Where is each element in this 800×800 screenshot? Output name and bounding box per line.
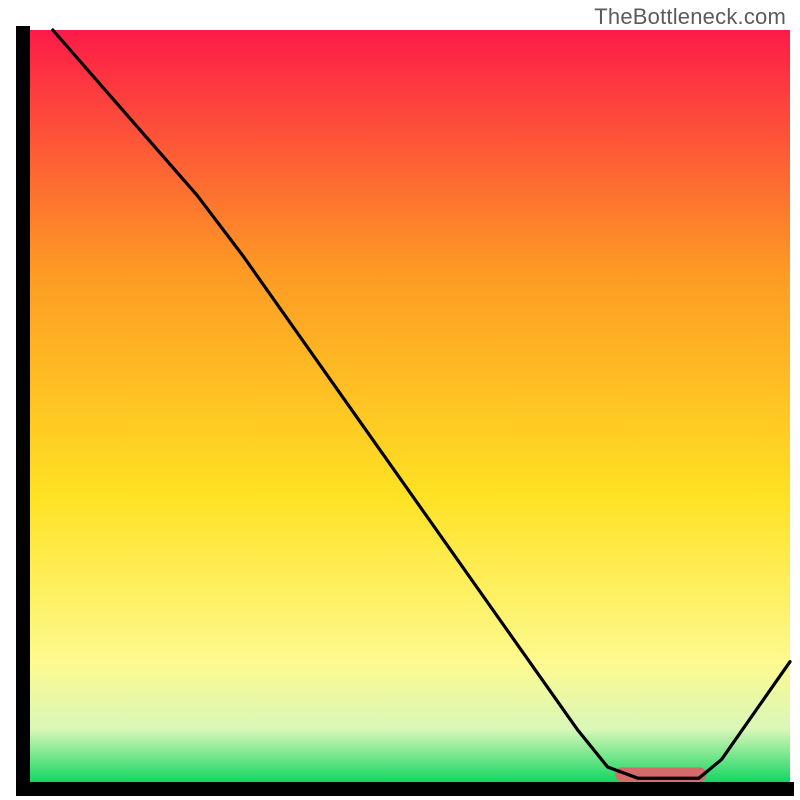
- bottleneck-chart: [0, 0, 800, 800]
- watermark-text: TheBottleneck.com: [594, 4, 786, 30]
- x-axis: [16, 782, 794, 796]
- plot-background: [30, 30, 790, 782]
- chart-frame: TheBottleneck.com: [0, 0, 800, 800]
- y-axis: [16, 26, 30, 796]
